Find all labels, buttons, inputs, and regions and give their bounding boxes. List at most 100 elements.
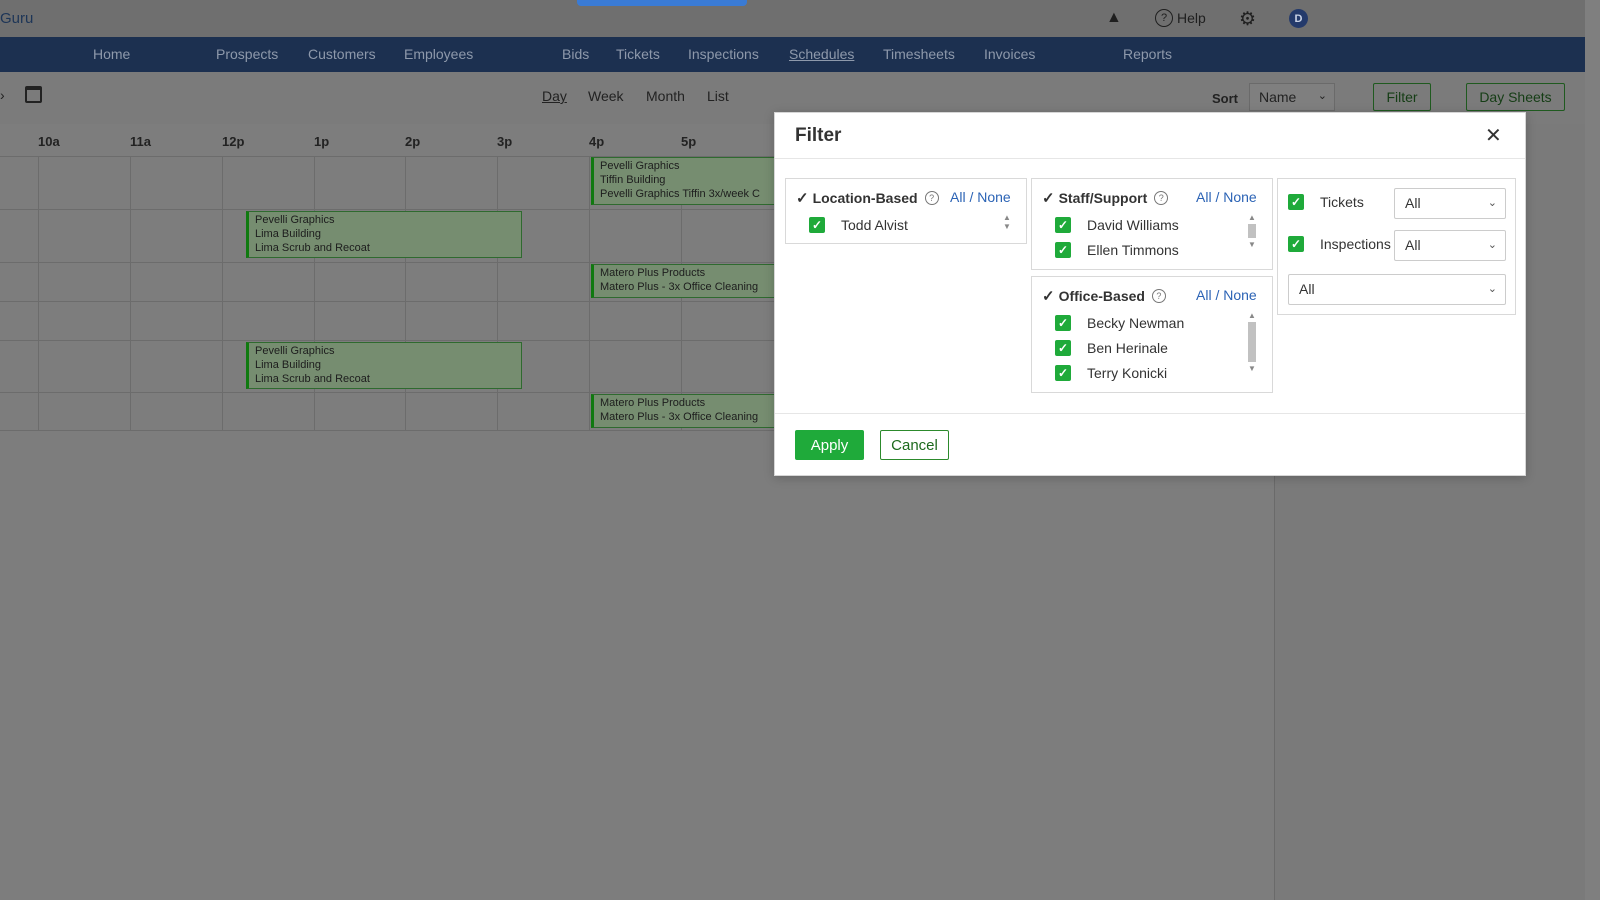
checkbox-checked-icon[interactable]: ✓ [1055, 315, 1071, 331]
schedule-event[interactable]: Matero Plus Products Matero Plus - 3x Of… [591, 264, 775, 298]
day-schedule-grid: 10a 11a 12p 1p 2p 3p 4p 5p Pevelli Graph… [0, 124, 775, 434]
help-link[interactable]: ? Help [1155, 9, 1206, 27]
checkbox-checked-icon[interactable]: ✓ [809, 217, 825, 233]
event-building: Tiffin Building [600, 174, 666, 186]
grid-line [0, 301, 775, 302]
person-checkbox-row[interactable]: ✓ Terry Konicki [1055, 365, 1167, 381]
hour-label: 5p [681, 134, 697, 149]
chevron-down-icon: ⌄ [1487, 197, 1497, 209]
checkbox-checked-icon[interactable]: ✓ [1055, 340, 1071, 356]
chevron-right-icon[interactable]: › [0, 87, 5, 103]
filter-button[interactable]: Filter [1373, 83, 1431, 111]
list-scrollbar[interactable]: ▲ ▼ [1000, 213, 1014, 231]
cancel-button[interactable]: Cancel [880, 430, 949, 460]
top-bar [0, 0, 1585, 37]
modal-title: Filter [795, 125, 842, 146]
apply-button[interactable]: Apply [795, 430, 864, 460]
person-checkbox-row[interactable]: ✓ Becky Newman [1055, 315, 1184, 331]
nav-invoices[interactable]: Invoices [984, 46, 1035, 62]
scroll-thumb[interactable] [1248, 224, 1256, 238]
status-select[interactable]: All ⌄ [1288, 274, 1506, 305]
sort-select[interactable]: Name ⌄ [1249, 83, 1335, 111]
day-sheets-button[interactable]: Day Sheets [1466, 83, 1565, 111]
grid-line [0, 430, 775, 431]
check-icon[interactable]: ✓ [1042, 287, 1055, 305]
help-label: Help [1177, 10, 1206, 26]
nav-prospects[interactable]: Prospects [216, 46, 278, 62]
scroll-up-icon[interactable]: ▲ [1245, 213, 1259, 222]
select-all-link[interactable]: All [1196, 189, 1212, 205]
scroll-up-icon[interactable]: ▲ [1245, 311, 1259, 320]
location-based-group: ✓ Location-Based ? All / None ✓ Todd Alv… [785, 178, 1027, 244]
nav-employees[interactable]: Employees [404, 46, 473, 62]
check-icon[interactable]: ✓ [796, 189, 809, 207]
checkbox-checked-icon[interactable]: ✓ [1055, 217, 1071, 233]
info-icon[interactable]: ? [924, 191, 939, 205]
schedule-event[interactable]: Pevelli Graphics Lima Building Lima Scru… [246, 211, 522, 258]
select-all-link[interactable]: All [1196, 287, 1212, 303]
tab-week[interactable]: Week [588, 88, 624, 104]
tab-list[interactable]: List [707, 88, 729, 104]
schedule-event[interactable]: Pevelli Graphics Lima Building Lima Scru… [246, 342, 522, 389]
close-icon[interactable]: ✕ [1485, 123, 1502, 148]
top-notification-pill[interactable] [577, 0, 747, 6]
scroll-down-icon[interactable]: ▼ [1000, 222, 1014, 231]
avatar[interactable]: D [1289, 9, 1308, 28]
all-none-links: All / None [1196, 287, 1257, 303]
page-scrollbar[interactable] [1585, 0, 1600, 900]
info-icon[interactable]: ? [1154, 191, 1169, 205]
hour-label: 4p [589, 134, 605, 149]
nav-inspections[interactable]: Inspections [688, 46, 759, 62]
tab-day[interactable]: Day [542, 88, 567, 104]
nav-schedules[interactable]: Schedules [789, 46, 854, 62]
scroll-up-icon[interactable]: ▲ [1000, 213, 1014, 222]
nav-bids[interactable]: Bids [562, 46, 589, 62]
app-logo[interactable]: Guru [0, 10, 33, 27]
nav-timesheets[interactable]: Timesheets [883, 46, 955, 62]
checkbox-checked-icon[interactable]: ✓ [1055, 365, 1071, 381]
grid-line [0, 209, 775, 210]
nav-customers[interactable]: Customers [308, 46, 376, 62]
person-checkbox-row[interactable]: ✓ David Williams [1055, 217, 1179, 233]
scroll-down-icon[interactable]: ▼ [1245, 364, 1259, 373]
checkbox-checked-icon[interactable]: ✓ [1288, 236, 1304, 252]
select-all-link[interactable]: All [950, 189, 966, 205]
scroll-down-icon[interactable]: ▼ [1245, 240, 1259, 249]
select-none-link[interactable]: None [1223, 287, 1256, 303]
select-none-link[interactable]: None [1223, 189, 1256, 205]
nav-tickets[interactable]: Tickets [616, 46, 660, 62]
list-scrollbar[interactable]: ▲ ▼ [1245, 213, 1259, 249]
checkbox-checked-icon[interactable]: ✓ [1055, 242, 1071, 258]
nav-home[interactable]: Home [93, 46, 130, 62]
person-checkbox-row[interactable]: ✓ Todd Alvist [809, 217, 908, 233]
inspections-select[interactable]: All ⌄ [1394, 230, 1506, 261]
select-none-link[interactable]: None [977, 189, 1010, 205]
gear-icon[interactable]: ⚙ [1239, 8, 1256, 31]
person-checkbox-row[interactable]: ✓ Ben Herinale [1055, 340, 1168, 356]
tickets-select[interactable]: All ⌄ [1394, 188, 1506, 219]
hour-label: 1p [314, 134, 330, 149]
list-scrollbar[interactable]: ▲ ▼ [1245, 311, 1259, 373]
nav-reports[interactable]: Reports [1123, 46, 1172, 62]
separator: / [1215, 189, 1220, 205]
warning-icon[interactable]: ▲ [1106, 9, 1122, 27]
tab-month[interactable]: Month [646, 88, 685, 104]
tickets-select-value: All [1405, 195, 1421, 211]
person-name: Ellen Timmons [1087, 242, 1179, 258]
schedule-event[interactable]: Matero Plus Products Matero Plus - 3x Of… [591, 394, 775, 428]
calendar-icon[interactable] [25, 86, 42, 103]
group-header: ✓ Staff/Support ? [1042, 189, 1169, 207]
check-icon[interactable]: ✓ [1042, 189, 1055, 207]
event-job: Matero Plus - 3x Office Cleaning [600, 411, 759, 423]
scroll-thumb[interactable] [1248, 322, 1256, 362]
person-checkbox-row[interactable]: ✓ Ellen Timmons [1055, 242, 1179, 258]
schedule-event[interactable]: Pevelli Graphics Tiffin Building Pevelli… [591, 157, 775, 205]
inspections-checkbox-row[interactable]: ✓ Inspections [1288, 236, 1391, 252]
divider [775, 158, 1525, 159]
info-icon[interactable]: ? [1151, 289, 1166, 303]
help-icon: ? [1155, 9, 1173, 27]
all-none-links: All / None [950, 189, 1011, 205]
tickets-checkbox-row[interactable]: ✓ Tickets [1288, 194, 1364, 210]
grid-line [0, 262, 775, 263]
checkbox-checked-icon[interactable]: ✓ [1288, 194, 1304, 210]
